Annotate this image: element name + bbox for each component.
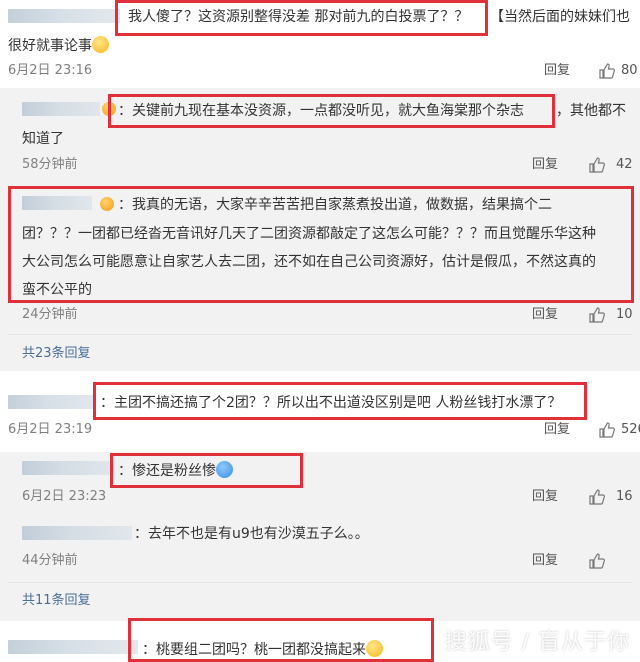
highlight-box bbox=[128, 618, 434, 662]
highlight-box bbox=[110, 453, 303, 488]
thumb-up-icon[interactable] bbox=[598, 62, 616, 80]
divider bbox=[8, 582, 632, 583]
highlight-box bbox=[93, 382, 587, 420]
timestamp: 6月2日 23:16 bbox=[8, 63, 93, 78]
username-blurred[interactable] bbox=[8, 9, 120, 23]
username-blurred[interactable] bbox=[22, 461, 114, 475]
thumb-up-icon[interactable] bbox=[588, 156, 606, 174]
highlight-box bbox=[108, 94, 555, 128]
username-blurred[interactable] bbox=[8, 395, 96, 409]
highlight-box bbox=[115, 0, 488, 36]
timestamp: 6月2日 23:19 bbox=[8, 422, 93, 437]
highlight-box bbox=[8, 186, 634, 303]
timestamp: 24分钟前 bbox=[22, 307, 78, 322]
more-replies-link[interactable]: 共23条回复 bbox=[22, 346, 91, 362]
like-count: 80 bbox=[621, 63, 638, 78]
username-blurred[interactable] bbox=[22, 526, 132, 540]
comment-text: ，其他都不 bbox=[556, 103, 626, 119]
like-count: 526 bbox=[621, 422, 640, 437]
divider bbox=[8, 334, 632, 335]
timestamp: 58分钟前 bbox=[22, 157, 78, 172]
comment-text: 知道了 bbox=[22, 131, 64, 147]
timestamp: 44分钟前 bbox=[22, 553, 78, 568]
thumb-up-icon[interactable] bbox=[588, 488, 606, 506]
like-count: 42 bbox=[616, 157, 633, 172]
more-replies-link[interactable]: 共11条回复 bbox=[22, 593, 91, 609]
like-count: 10 bbox=[616, 307, 633, 322]
comment-text: ：去年不也是有u9也有沙漠五子么。。 bbox=[134, 526, 369, 542]
reply-button[interactable]: 回复 bbox=[544, 422, 570, 438]
smile-emoji bbox=[92, 36, 109, 53]
comment-text: 很好就事论事 bbox=[8, 36, 109, 54]
watermark: 搜狐号 / 盲从于你 bbox=[444, 630, 630, 655]
thumb-up-icon[interactable] bbox=[588, 552, 606, 570]
comment-text: 【当然后面的妹妹们也 bbox=[490, 9, 630, 25]
like-count: 16 bbox=[616, 489, 633, 504]
username-blurred[interactable] bbox=[22, 102, 100, 116]
reply-button[interactable]: 回复 bbox=[532, 489, 558, 505]
reply-button[interactable]: 回复 bbox=[532, 553, 558, 569]
thumb-up-icon[interactable] bbox=[588, 306, 606, 324]
reply-button[interactable]: 回复 bbox=[532, 157, 558, 173]
reply-button[interactable]: 回复 bbox=[544, 63, 570, 79]
username-blurred[interactable] bbox=[8, 640, 138, 654]
thumb-up-icon[interactable] bbox=[598, 421, 616, 439]
timestamp: 6月2日 23:23 bbox=[22, 489, 107, 504]
reply-button[interactable]: 回复 bbox=[532, 307, 558, 323]
